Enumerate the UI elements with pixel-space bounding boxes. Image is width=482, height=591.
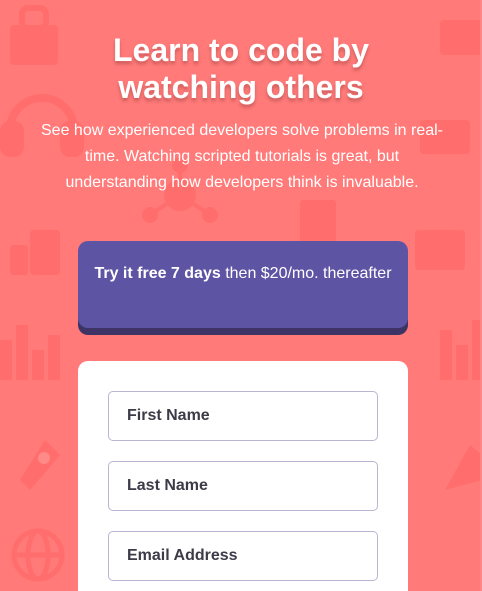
globe-icon bbox=[11, 528, 65, 582]
thumbs-up-icon bbox=[10, 230, 60, 275]
page-title: Learn to code by watching others bbox=[0, 32, 482, 106]
first-name-field[interactable] bbox=[108, 391, 378, 441]
email-field[interactable] bbox=[108, 531, 378, 581]
signup-form-card bbox=[78, 361, 408, 591]
trial-offer-bold: Try it free 7 days bbox=[94, 265, 221, 282]
title-line-2: watching others bbox=[118, 69, 364, 105]
trial-banner: Try it free 7 days then $20/mo. thereaft… bbox=[78, 241, 408, 328]
last-name-field[interactable] bbox=[108, 461, 378, 511]
title-line-1: Learn to code by bbox=[112, 32, 370, 68]
bar-chart-icon bbox=[440, 320, 482, 380]
bar-chart-icon bbox=[0, 325, 60, 380]
rocket-icon bbox=[20, 440, 60, 490]
rocket-icon bbox=[445, 445, 482, 490]
trial-offer-price: then $20/mo. thereafter bbox=[220, 265, 392, 282]
page-subtitle: See how experienced developers solve pro… bbox=[41, 122, 443, 191]
